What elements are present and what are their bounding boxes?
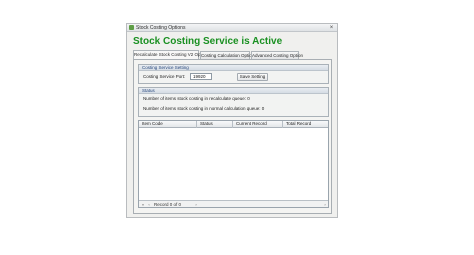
status-group: Status Number of items stock costing in … — [138, 87, 329, 117]
column-header-status[interactable]: Status — [197, 121, 233, 128]
previous-record-button[interactable]: ‹ — [147, 202, 151, 207]
close-icon[interactable]: × — [328, 24, 335, 32]
status-title: Status — [139, 88, 328, 94]
service-status-heading: Stock Costing Service is Active — [133, 36, 283, 47]
record-counter: Record 0 of 0 — [154, 202, 182, 207]
grid-footer: « ‹ Record 0 of 0 › › — [139, 200, 328, 207]
next-record-button[interactable]: › — [194, 202, 198, 207]
save-setting-button[interactable]: Save Setting — [237, 73, 268, 81]
port-label: Costing Service Port: — [143, 74, 186, 79]
grid-header: Item Code Status Current Record Total Re… — [139, 121, 328, 128]
column-header-total-record[interactable]: Total Record — [283, 121, 330, 128]
scroll-right-button[interactable]: › — [323, 202, 327, 207]
port-input[interactable] — [190, 73, 212, 80]
app-icon — [129, 25, 134, 30]
column-header-item-code[interactable]: Item Code — [139, 121, 197, 128]
column-header-current-record[interactable]: Current Record — [233, 121, 283, 128]
costing-queue-grid: Item Code Status Current Record Total Re… — [138, 120, 329, 208]
window-title: Stock Costing Options — [136, 25, 186, 31]
tab-costing-calculation[interactable]: Costing Calculation Option — [200, 51, 254, 59]
tab-recalculate-stock-costing[interactable]: Recalculate Stock Costing V2 Option — [133, 50, 208, 59]
stock-costing-options-window: Stock Costing Options × Stock Costing Se… — [126, 23, 338, 218]
tab-content-panel: Costing Service Setting Costing Service … — [133, 59, 332, 214]
title-bar[interactable]: Stock Costing Options × — [127, 24, 337, 32]
stage: Stock Costing Options × Stock Costing Se… — [0, 0, 474, 255]
tab-advanced-costing[interactable]: Advanced Costing Option — [251, 51, 303, 59]
normal-queue-text: Number of items stock costing in normal … — [143, 106, 265, 111]
costing-service-setting-group: Costing Service Setting Costing Service … — [138, 64, 329, 84]
costing-service-setting-title: Costing Service Setting — [139, 65, 328, 71]
first-record-button[interactable]: « — [141, 202, 145, 207]
recalculate-queue-text: Number of items stock costing in recalcu… — [143, 96, 250, 101]
